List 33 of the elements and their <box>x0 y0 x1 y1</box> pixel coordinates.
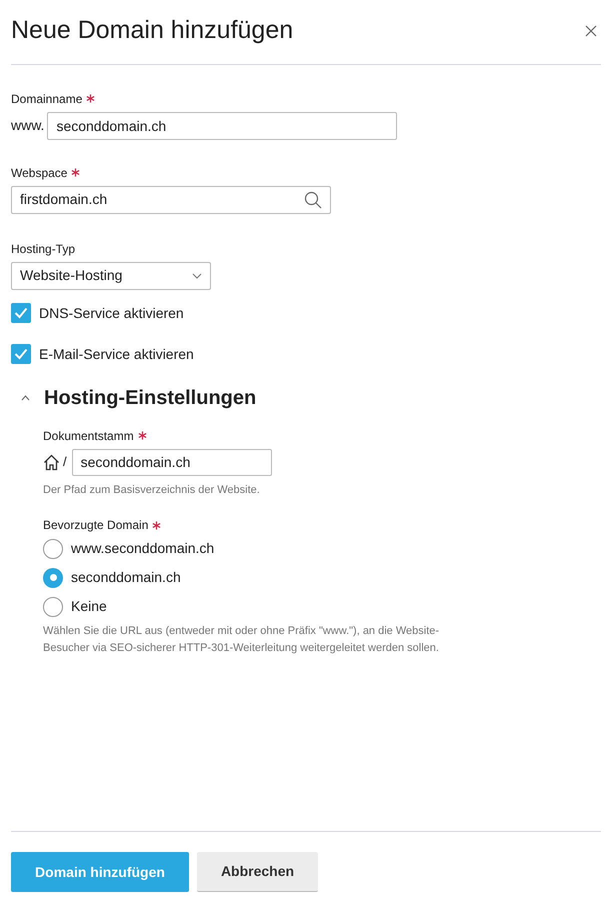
radio-label: Keine <box>71 597 107 616</box>
field-label: Webspace <box>11 164 68 182</box>
hint-text: Der Pfad zum Basisverzeichnis der Website. <box>43 482 261 498</box>
cancel-button[interactable]: Abbrechen <box>197 852 318 892</box>
checkbox[interactable] <box>11 344 31 364</box>
domain-name-field[interactable]: seconddomain.ch <box>47 112 398 140</box>
field-label: Hosting-Typ <box>11 240 76 258</box>
radio-button[interactable] <box>43 596 63 616</box>
prefix-text: www. <box>11 116 44 135</box>
home-icon <box>43 454 60 470</box>
field-label: Bevorzugte Domain <box>43 517 148 534</box>
webspace-field[interactable]: firstdomain.ch <box>11 186 331 214</box>
radio-label: www.seconddomain.ch <box>71 539 214 558</box>
checkbox-label: E-Mail-Service aktivieren <box>39 344 194 364</box>
checkmark-icon <box>14 348 28 360</box>
hint-text: Wählen Sie die URL aus (entweder mit oder ohne Präfix "www."), an die Website-Besucher via SEO-sicherer HTTP-301-Weiterleitung weitergeleitet werden sollen. <box>43 624 440 656</box>
field-label: Domainname <box>11 90 82 108</box>
document-root-field[interactable]: seconddomain.ch <box>72 448 272 476</box>
search-icon <box>304 190 322 208</box>
radio-button[interactable] <box>43 568 63 588</box>
collapse-toggle-icon[interactable] <box>21 394 30 400</box>
field-label: Dokumentstamm <box>43 428 134 444</box>
hosting-type-dropdown[interactable]: Website-Hosting <box>11 262 211 290</box>
chevron-down-icon <box>192 272 202 278</box>
dialog-title: Neue Domain hinzufügen <box>11 15 294 46</box>
checkbox-label: DNS-Service aktivieren <box>39 304 184 322</box>
section-title: Hosting-Einstellungen <box>44 386 256 410</box>
radio-label: seconddomain.ch <box>71 568 181 587</box>
close-icon[interactable] <box>585 24 597 37</box>
path-separator: / <box>63 453 67 472</box>
checkmark-icon <box>14 307 28 319</box>
radio-button[interactable] <box>43 538 63 558</box>
checkbox[interactable] <box>11 303 31 323</box>
